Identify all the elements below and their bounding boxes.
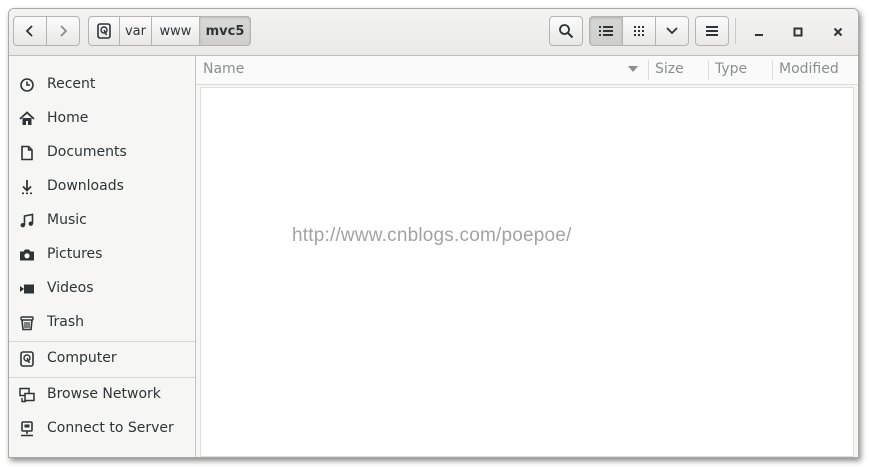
file-list[interactable] [200,87,854,457]
sidebar-item-trash[interactable]: Trash [9,306,195,340]
maximize-icon [793,27,803,37]
video-icon [19,281,35,297]
hamburger-menu-icon [706,26,718,36]
sidebar-item-label: Browse Network [47,386,161,402]
sidebar-item-music[interactable]: Music [9,204,195,238]
sidebar-item-label: Computer [47,350,117,366]
menu-button[interactable] [695,16,729,46]
column-divider [772,60,773,80]
close-icon [833,27,843,37]
close-button[interactable] [825,19,851,45]
column-type[interactable]: Type [715,61,747,77]
view-options-button[interactable] [655,16,689,46]
sidebar-item-label: Downloads [47,178,124,194]
home-icon [19,111,35,127]
minimize-icon [755,34,763,36]
header-separator [735,18,736,44]
sidebar-item-computer[interactable]: Computer [9,342,195,376]
list-view-button[interactable] [589,16,623,46]
column-size[interactable]: Size [655,61,684,77]
places-sidebar: Recent Home Documents Downloads Music Pi… [9,56,196,457]
search-icon [559,24,574,39]
file-view: Name Size Type Modified [196,56,858,457]
minimize-button[interactable] [746,19,772,45]
chevron-left-icon [25,25,33,37]
download-icon [19,179,35,195]
grid-view-button[interactable] [622,16,656,46]
camera-icon [19,247,35,263]
header-bar: var www mvc5 [9,9,858,56]
trash-icon [19,315,35,331]
drive-icon [19,351,35,367]
server-icon [19,421,35,437]
chevron-right-icon [60,25,68,37]
sidebar-item-label: Recent [47,76,96,92]
list-view-icon [599,26,613,36]
sidebar-item-documents[interactable]: Documents [9,136,195,170]
sort-descending-icon[interactable] [628,66,638,73]
drive-icon [97,23,111,39]
column-divider [708,60,709,80]
back-button[interactable] [13,16,47,46]
column-name[interactable]: Name [203,61,244,77]
maximize-button[interactable] [785,19,811,45]
column-divider [648,60,649,80]
pathbar-segment-mvc5[interactable]: mvc5 [199,16,251,46]
sidebar-item-label: Documents [47,144,127,160]
pathbar-root-button[interactable] [88,16,120,46]
pathbar-segment-var[interactable]: var [119,16,152,46]
sidebar-item-label: Pictures [47,246,103,262]
sidebar-item-downloads[interactable]: Downloads [9,170,195,204]
sidebar-item-label: Connect to Server [47,420,174,436]
sidebar-item-pictures[interactable]: Pictures [9,238,195,272]
column-modified[interactable]: Modified [779,61,839,77]
sidebar-item-browse-network[interactable]: Browse Network [9,378,195,412]
document-icon [19,145,35,161]
sidebar-item-connect-to-server[interactable]: Connect to Server [9,412,195,446]
clock-icon [19,77,35,93]
watermark-text: http://www.cnblogs.com/poepoe/ [292,225,572,246]
sidebar-item-label: Videos [47,280,94,296]
pathbar-segment-www[interactable]: www [151,16,200,46]
sidebar-item-label: Trash [47,314,84,330]
sidebar-item-home[interactable]: Home [9,102,195,136]
column-header: Name Size Type Modified [196,56,858,85]
chevron-down-icon [666,27,678,35]
sidebar-item-label: Home [47,110,89,126]
sidebar-item-videos[interactable]: Videos [9,272,195,306]
search-button[interactable] [549,16,583,46]
network-icon [19,387,35,403]
forward-button[interactable] [46,16,80,46]
music-icon [19,213,35,229]
sidebar-item-recent[interactable]: Recent [9,68,195,102]
sidebar-item-label: Music [47,212,87,228]
grid-view-icon [634,26,644,36]
